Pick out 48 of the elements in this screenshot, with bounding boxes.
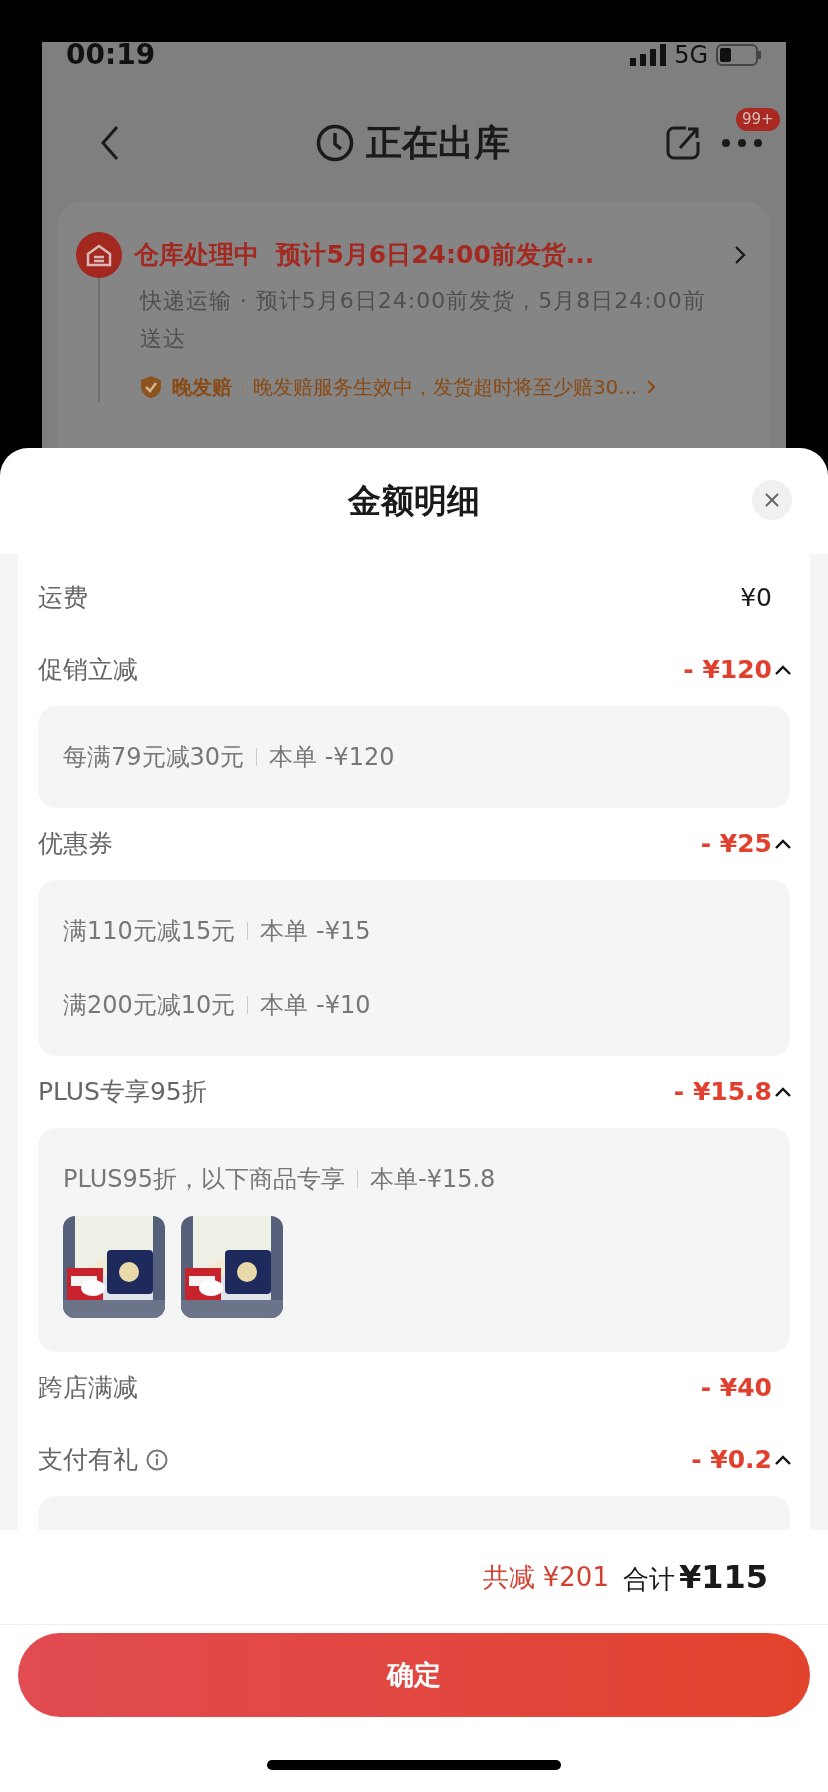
detail-amount: 本单-¥15.8 (370, 1164, 496, 1195)
confirm-button[interactable]: 确定 (18, 1633, 810, 1717)
signal-icon (630, 44, 667, 66)
row-amount: - ¥15.8 (673, 1076, 772, 1109)
close-button[interactable] (752, 480, 792, 520)
row-amount: - ¥0.2 (691, 1444, 772, 1477)
status-time: 00:19 (66, 41, 156, 69)
chevron-up-icon[interactable] (774, 1086, 792, 1098)
row-label: 促销立减 (38, 654, 138, 687)
back-icon[interactable] (100, 125, 120, 161)
row-amount: ¥0 (740, 582, 772, 615)
total-saved: 共减 ¥201 (482, 1560, 609, 1594)
guarantee-text[interactable]: 晚发赔服务生效中，发货超时将至少赔30... (252, 372, 638, 402)
warehouse-icon (76, 232, 122, 278)
row-label: 优惠券 (38, 828, 113, 861)
chevron-right-icon[interactable] (734, 245, 746, 265)
close-icon (765, 493, 779, 507)
more-icon[interactable] (722, 139, 762, 147)
row-amount: - ¥120 (683, 654, 772, 687)
detail-amount: 本单 -¥10 (260, 990, 371, 1021)
network-label: 5G (674, 43, 708, 67)
row-amount: - ¥25 (700, 828, 772, 861)
chevron-up-icon[interactable] (774, 1454, 792, 1466)
detail-amount: 本单 -¥120 (269, 742, 395, 773)
detail-amount: 本单 -¥15 (260, 916, 371, 947)
total-amount: ¥115 (678, 1557, 768, 1598)
detail-text: 每满79元减30元 (63, 742, 245, 773)
detail-text: 满110元减15元 (63, 916, 236, 947)
row-label: PLUS专享95折 (38, 1076, 207, 1109)
chevron-up-icon[interactable] (774, 838, 792, 850)
sheet-title: 金额明细 (348, 480, 480, 523)
notification-badge: 99+ (736, 108, 780, 131)
total-label: 合计 (622, 1563, 675, 1596)
battery-icon (716, 44, 762, 66)
shield-check-icon (139, 375, 162, 399)
detail-text: PLUS95折，以下商品专享 (63, 1164, 345, 1195)
guarantee-label: 晚发赔 (171, 374, 232, 401)
row-label: 运费 (38, 582, 88, 615)
row-label: 支付有礼 (38, 1444, 138, 1477)
chevron-up-icon[interactable] (774, 664, 792, 676)
clock-icon (316, 124, 354, 162)
order-status-title[interactable]: 仓库处理中 预计5月6日24:00前发货... (134, 236, 722, 274)
row-amount: - ¥40 (700, 1372, 772, 1405)
info-icon[interactable] (146, 1449, 168, 1471)
detail-text: 满200元减10元 (63, 990, 236, 1021)
row-label: 跨店满减 (38, 1372, 138, 1405)
page-title: 正在出库 (366, 121, 510, 165)
share-icon[interactable] (666, 126, 700, 160)
